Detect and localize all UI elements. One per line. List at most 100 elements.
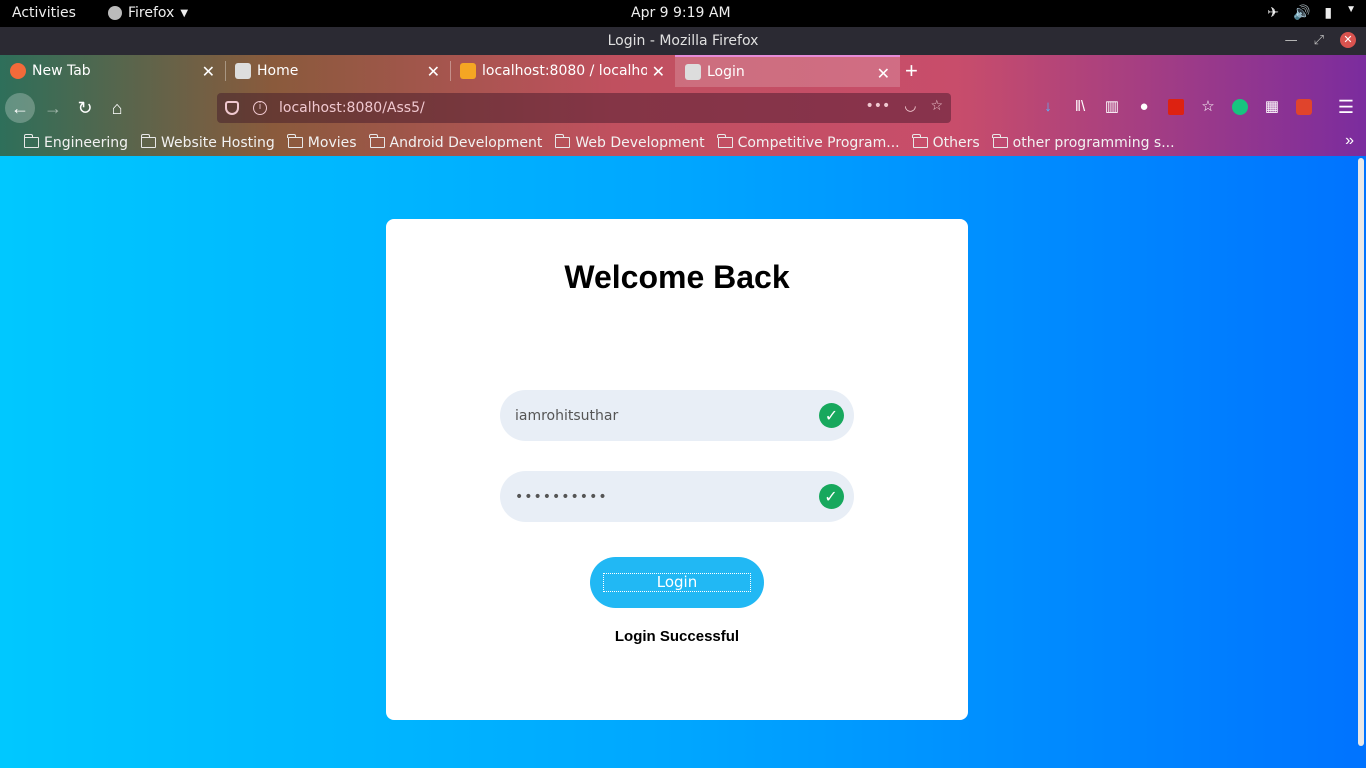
tab-home[interactable]: Home ✕	[225, 55, 450, 87]
page-scrollbar[interactable]	[1358, 158, 1364, 746]
tab-strip: New Tab ✕ Home ✕ localhost:8080 / localh…	[0, 55, 1366, 87]
window-title-bar: Login - Mozilla Firefox — ⤢ ✕	[0, 27, 1366, 55]
airplane-icon: ✈	[1267, 4, 1279, 20]
toolbar-icons: ↓ ‖\ ▥ ● ☆ ▦	[1040, 99, 1312, 115]
download-icon[interactable]: ↓	[1040, 99, 1056, 115]
page-icon	[685, 64, 701, 80]
username-value: iamrohitsuthar	[515, 407, 619, 424]
extensions-grid-icon[interactable]: ▦	[1264, 99, 1280, 115]
page-icon	[235, 63, 251, 79]
folder-icon	[912, 134, 928, 148]
close-icon[interactable]: ✕	[427, 62, 440, 81]
firefox-icon	[108, 6, 122, 20]
bookmark-folder[interactable]: Web Development	[554, 134, 705, 151]
bookmark-folder[interactable]: Others	[912, 134, 980, 151]
sidebar-icon[interactable]: ▥	[1104, 99, 1120, 115]
bookmark-folder[interactable]: Engineering	[23, 134, 128, 151]
login-button[interactable]: Login	[590, 557, 764, 608]
hamburger-menu-icon[interactable]: ☰	[1338, 97, 1354, 118]
password-input[interactable]: •••••••••• ✓	[500, 471, 854, 522]
reload-button[interactable]: ↻	[70, 93, 100, 123]
bookmark-folder[interactable]: other programming s...	[992, 134, 1175, 151]
bookmark-folder[interactable]: Movies	[287, 134, 357, 151]
bookmark-folder[interactable]: Android Development	[369, 134, 543, 151]
page-content: Welcome Back iamrohitsuthar ✓ ••••••••••…	[0, 156, 1366, 768]
folder-icon	[287, 134, 303, 148]
folder-icon	[717, 134, 733, 148]
folder-icon	[369, 134, 385, 148]
new-tab-button[interactable]: +	[905, 58, 918, 84]
bookmark-label: Others	[932, 134, 980, 151]
phpmyadmin-icon	[460, 63, 476, 79]
folder-icon	[23, 134, 39, 148]
bookmark-label: Web Development	[575, 134, 705, 151]
login-card: Welcome Back iamrohitsuthar ✓ ••••••••••…	[386, 219, 968, 720]
home-button[interactable]: ⌂	[102, 93, 132, 123]
star-icon[interactable]: ☆	[1200, 99, 1216, 115]
tab-new-tab[interactable]: New Tab ✕	[0, 55, 225, 87]
tab-login[interactable]: Login ✕	[675, 55, 900, 87]
bookmark-folder[interactable]: Website Hosting	[140, 134, 275, 151]
bookmark-label: Android Development	[389, 134, 543, 151]
password-value: ••••••••••	[515, 488, 608, 505]
back-button[interactable]: ←	[5, 93, 35, 123]
grammarly-icon[interactable]	[1232, 99, 1248, 115]
shield-icon[interactable]	[225, 101, 239, 115]
app-menu[interactable]: Firefox ▼	[108, 5, 188, 21]
bookmark-label: Competitive Program...	[737, 134, 900, 151]
battery-icon: ▮	[1324, 4, 1333, 20]
tab-label: New Tab	[32, 63, 91, 79]
pocket-icon[interactable]: ◡	[904, 98, 916, 114]
system-tray[interactable]: ✈ 🔊 ▮ ▼	[1267, 4, 1356, 21]
close-icon[interactable]: ✕	[202, 62, 215, 81]
folder-icon	[140, 134, 156, 148]
navigation-bar: ← → ↻ ⌂ i localhost:8080/Ass5/ ••• ◡ ☆ ↓…	[0, 87, 1366, 129]
bookmark-label: Engineering	[44, 134, 128, 151]
page-title: Welcome Back	[564, 259, 790, 295]
url-actions: ••• ◡ ☆	[865, 98, 943, 114]
chevron-down-icon: ▼	[1346, 4, 1356, 15]
account-icon[interactable]: ●	[1136, 99, 1152, 115]
browser-chrome: New Tab ✕ Home ✕ localhost:8080 / localh…	[0, 55, 1366, 156]
bookmark-label: other programming s...	[1012, 134, 1175, 151]
chevron-down-icon: ▼	[180, 7, 189, 19]
tab-phpmyadmin[interactable]: localhost:8080 / localho ✕	[450, 55, 675, 87]
activities-button[interactable]: Activities	[12, 5, 76, 21]
bookmark-label: Website Hosting	[161, 134, 275, 151]
clock[interactable]: Apr 9 9:19 AM	[631, 5, 731, 21]
more-icon[interactable]: •••	[865, 98, 890, 114]
close-icon[interactable]: ✕	[652, 62, 665, 81]
username-input[interactable]: iamrohitsuthar ✓	[500, 390, 854, 441]
folder-icon	[992, 134, 1008, 148]
check-icon: ✓	[819, 403, 844, 428]
firefox-icon	[10, 63, 26, 79]
window-title: Login - Mozilla Firefox	[607, 33, 759, 49]
bookmark-label: Movies	[307, 134, 357, 151]
maximize-button[interactable]: ⤢	[1314, 33, 1324, 48]
system-top-bar: Activities Firefox ▼ Apr 9 9:19 AM ✈ 🔊 ▮…	[0, 0, 1366, 27]
bookmarks-overflow-icon[interactable]: »	[1345, 132, 1354, 150]
app-menu-label: Firefox	[128, 5, 175, 21]
forward-button[interactable]: →	[38, 93, 68, 123]
window-controls: — ⤢ ✕	[1285, 32, 1356, 48]
status-message: Login Successful	[614, 628, 740, 645]
extension-icon[interactable]	[1168, 99, 1184, 115]
check-icon: ✓	[819, 484, 844, 509]
tab-label: localhost:8080 / localho	[482, 63, 647, 79]
folder-icon	[554, 134, 571, 148]
bookmark-star-icon[interactable]: ☆	[930, 98, 943, 114]
tab-label: Home	[257, 63, 299, 79]
bookmark-folder[interactable]: Competitive Program...	[717, 134, 900, 151]
tab-label: Login	[707, 64, 745, 80]
info-icon[interactable]: i	[253, 101, 267, 115]
volume-icon: 🔊	[1292, 4, 1311, 20]
close-icon[interactable]: ✕	[877, 64, 890, 83]
shield-extension-icon[interactable]	[1296, 99, 1312, 115]
minimize-button[interactable]: —	[1285, 33, 1298, 48]
url-bar[interactable]: i localhost:8080/Ass5/ ••• ◡ ☆	[217, 93, 951, 123]
bookmarks-bar: Engineering Website Hosting Movies Andro…	[0, 129, 1366, 156]
login-button-label: Login	[603, 573, 751, 592]
library-icon[interactable]: ‖\	[1072, 99, 1088, 115]
close-window-button[interactable]: ✕	[1340, 32, 1356, 48]
url-text[interactable]: localhost:8080/Ass5/	[279, 100, 425, 116]
